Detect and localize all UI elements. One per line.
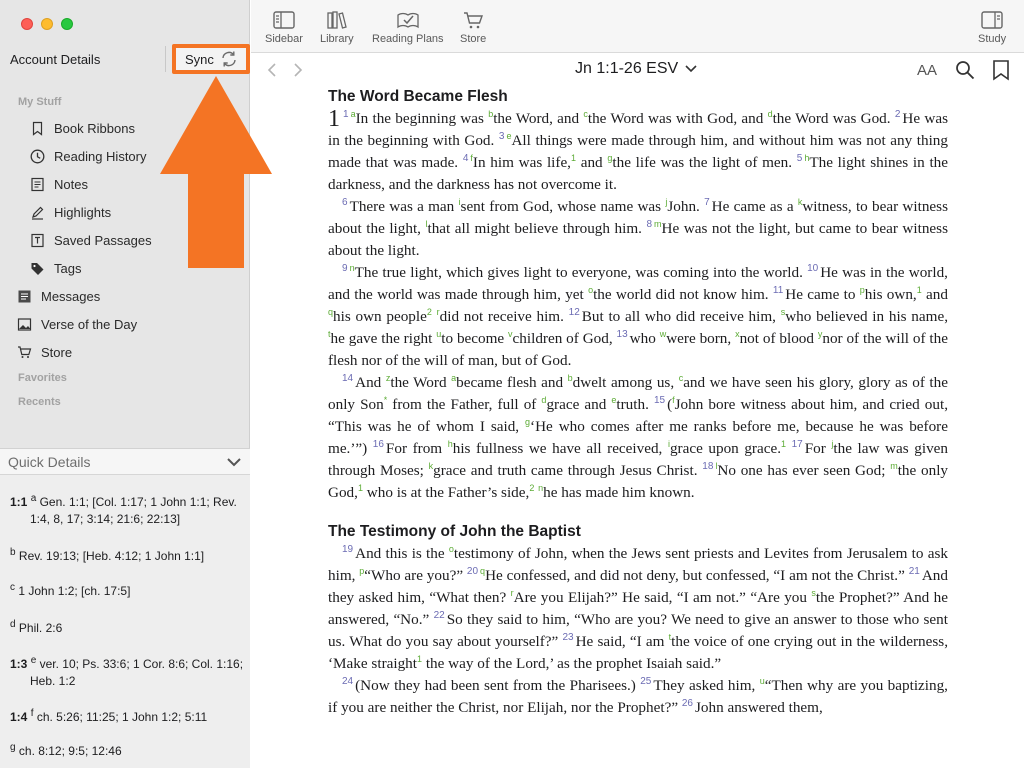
chevron-down-icon[interactable] [226, 456, 242, 468]
sidebar-item-saved-passages[interactable]: Saved Passages [30, 230, 152, 250]
sidebar-item-verse-of-the-day[interactable]: Verse of the Day [17, 314, 137, 334]
quick-details-title: Quick Details [8, 453, 91, 470]
sidebar-item-notes[interactable]: Notes [30, 174, 88, 194]
messages-icon [17, 289, 32, 304]
orange-arrow-annotation [160, 76, 272, 268]
verse-paragraph: 1 1 aIn the beginning was bthe Word, and c… [328, 106, 949, 193]
verse-paragraph: 24 (Now they had been sent from the Phari… [328, 675, 948, 716]
clock-icon [30, 149, 45, 164]
sidebar-item-reading-history[interactable]: Reading History [30, 146, 147, 166]
cross-reference-entry[interactable]: g ch. 8:12; 9:5; 12:46 [10, 739, 246, 760]
study-button[interactable]: Study [978, 10, 1006, 45]
sidebar-item-label: Messages [41, 288, 101, 304]
note-icon [30, 177, 45, 192]
sidebar-item-label: Highlights [54, 204, 112, 220]
minimize-window-button[interactable] [41, 18, 53, 30]
zoom-window-button[interactable] [61, 18, 73, 30]
tag-icon [30, 261, 45, 276]
back-chevron-icon[interactable] [265, 62, 279, 78]
chapter-number: 1 [328, 106, 340, 132]
cross-reference-entry[interactable]: 1:4 f ch. 5:26; 11:25; 1 John 1:2; 5:11 [10, 705, 246, 726]
section-label-my-stuff: My Stuff [18, 96, 62, 108]
font-size-button[interactable]: AA [917, 59, 937, 81]
store-button[interactable]: Store [460, 10, 486, 45]
verse-paragraph: 9 nThe true light, which gives light to e… [328, 262, 948, 369]
sidebar-item-tags[interactable]: Tags [30, 258, 81, 278]
toolbar: Sidebar Library Reading Plans Store Stud… [251, 0, 1024, 53]
library-button[interactable]: Library [320, 10, 354, 45]
section-label-favorites[interactable]: Favorites [18, 372, 67, 384]
sidebar-item-book-ribbons[interactable]: Book Ribbons [30, 118, 135, 138]
close-window-button[interactable] [21, 18, 33, 30]
pen-icon [30, 205, 45, 220]
section-heading: The Word Became Flesh [328, 88, 508, 105]
cart-icon [464, 12, 484, 29]
image-icon [17, 317, 32, 332]
verse-paragraph: 6 There was a man isent from God, whose n… [328, 196, 948, 259]
sidebar-toggle-icon [273, 11, 295, 29]
sidebar-item-label: Saved Passages [54, 232, 152, 248]
saved-passage-icon [30, 233, 45, 248]
sync-button[interactable]: Sync [172, 44, 250, 74]
passage-reference-selector[interactable]: Jn 1:1-26 ESV [575, 60, 698, 78]
cross-reference-entry[interactable]: c 1 John 1:2; [ch. 17:5] [10, 579, 246, 600]
bookmark-icon [30, 121, 45, 136]
sidebar-button[interactable]: Sidebar [265, 10, 303, 45]
sidebar-item-label: Verse of the Day [41, 316, 138, 332]
sidebar-item-store[interactable]: Store [17, 342, 72, 362]
cross-reference-entry[interactable]: b Rev. 19:13; [Heb. 4:12; 1 John 1:1] [10, 544, 246, 565]
cross-reference-entry[interactable]: 1:1 a Gen. 1:1; [Col. 1:17; 1 John 1:1; … [10, 490, 246, 528]
quick-details-panel: Quick Details 1:1 a Gen. 1:1; [Col. 1:17… [0, 448, 250, 768]
divider [165, 46, 166, 72]
sync-icon [222, 51, 236, 67]
bible-passage[interactable]: The Word Became Flesh 1 1 aIn the beginnin… [328, 86, 948, 768]
cross-reference-entry[interactable]: d Phil. 2:6 [10, 616, 246, 637]
sidebar-item-label: Book Ribbons [54, 120, 135, 136]
bookmark-icon [993, 60, 1009, 81]
bookmark-button[interactable] [991, 59, 1011, 81]
sidebar-item-label: Reading History [54, 148, 147, 164]
account-details-title: Account Details [10, 52, 101, 67]
reading-plans-icon [397, 12, 419, 29]
verse-paragraph: 19 And this is the otestimony of John, wh… [328, 543, 948, 672]
search-icon [956, 61, 975, 80]
verse-paragraph: 14 And zthe Word abecame flesh and bdwelt… [328, 372, 949, 501]
sidebar-item-highlights[interactable]: Highlights [30, 202, 111, 222]
window-controls [21, 18, 73, 30]
cart-icon [17, 345, 32, 360]
reading-plans-button[interactable]: Reading Plans [372, 10, 444, 45]
font-size-icon: AA [917, 61, 938, 79]
forward-chevron-icon[interactable] [291, 62, 305, 78]
cross-reference-entry[interactable]: 1:3 e ver. 10; Ps. 33:6; 1 Cor. 8:6; Col… [10, 652, 246, 690]
navigation-bar: Jn 1:1-26 ESV AA [251, 53, 1024, 87]
sidebar-item-messages[interactable]: Messages [17, 286, 100, 306]
search-button[interactable] [955, 59, 975, 81]
sidebar-item-label: Store [41, 344, 73, 360]
section-heading: The Testimony of John the Baptist [328, 523, 581, 540]
sidebar-item-label: Tags [54, 260, 82, 276]
sync-label: Sync [185, 51, 214, 67]
sidebar-item-label: Notes [54, 176, 88, 192]
quick-details-header[interactable]: Quick Details [0, 449, 250, 475]
study-panel-icon [981, 11, 1003, 29]
section-label-recents[interactable]: Recents [18, 396, 61, 408]
chevron-down-icon [685, 65, 697, 73]
library-icon [327, 11, 347, 29]
